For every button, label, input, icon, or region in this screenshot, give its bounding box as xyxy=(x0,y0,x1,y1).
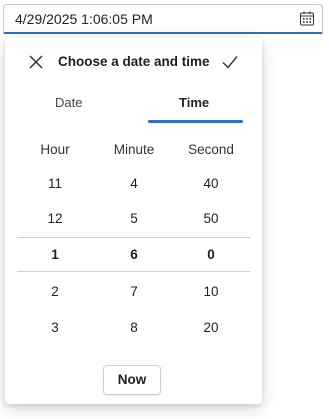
second-option-selected[interactable]: 0 xyxy=(176,247,246,262)
calendar-icon[interactable] xyxy=(300,11,314,26)
column-header-minute: Minute xyxy=(113,142,155,157)
second-option[interactable]: 20 xyxy=(176,320,246,335)
popup-title: Choose a date and time xyxy=(58,54,210,69)
now-button[interactable]: Now xyxy=(103,365,161,395)
column-header-second: Second xyxy=(188,142,234,157)
minute-option[interactable]: 7 xyxy=(99,284,169,299)
hour-option[interactable]: 12 xyxy=(20,211,90,226)
second-option[interactable]: 50 xyxy=(176,211,246,226)
checkmark-icon[interactable] xyxy=(220,52,240,72)
minute-option[interactable]: 5 xyxy=(99,211,169,226)
tab-selected-indicator xyxy=(148,120,243,123)
second-option[interactable]: 10 xyxy=(176,284,246,299)
hour-option[interactable]: 3 xyxy=(20,320,90,335)
tab-time[interactable]: Time xyxy=(179,95,209,110)
datetime-picker-popup: Choose a date and time Date Time Hour Mi… xyxy=(5,38,262,404)
hour-option[interactable]: 11 xyxy=(20,176,90,191)
minute-option-selected[interactable]: 6 xyxy=(99,247,169,262)
tab-date[interactable]: Date xyxy=(55,95,82,110)
datetime-value: 4/29/2025 1:06:05 PM xyxy=(15,11,153,27)
selection-divider-top xyxy=(17,237,250,238)
second-option[interactable]: 40 xyxy=(176,176,246,191)
hour-option[interactable]: 2 xyxy=(20,284,90,299)
column-header-hour: Hour xyxy=(40,142,70,157)
minute-option[interactable]: 4 xyxy=(99,176,169,191)
hour-option-selected[interactable]: 1 xyxy=(20,247,90,262)
selection-divider-bottom xyxy=(17,271,250,272)
datetime-input[interactable]: 4/29/2025 1:06:05 PM xyxy=(3,4,323,34)
minute-option[interactable]: 8 xyxy=(99,320,169,335)
close-icon[interactable] xyxy=(27,53,45,71)
